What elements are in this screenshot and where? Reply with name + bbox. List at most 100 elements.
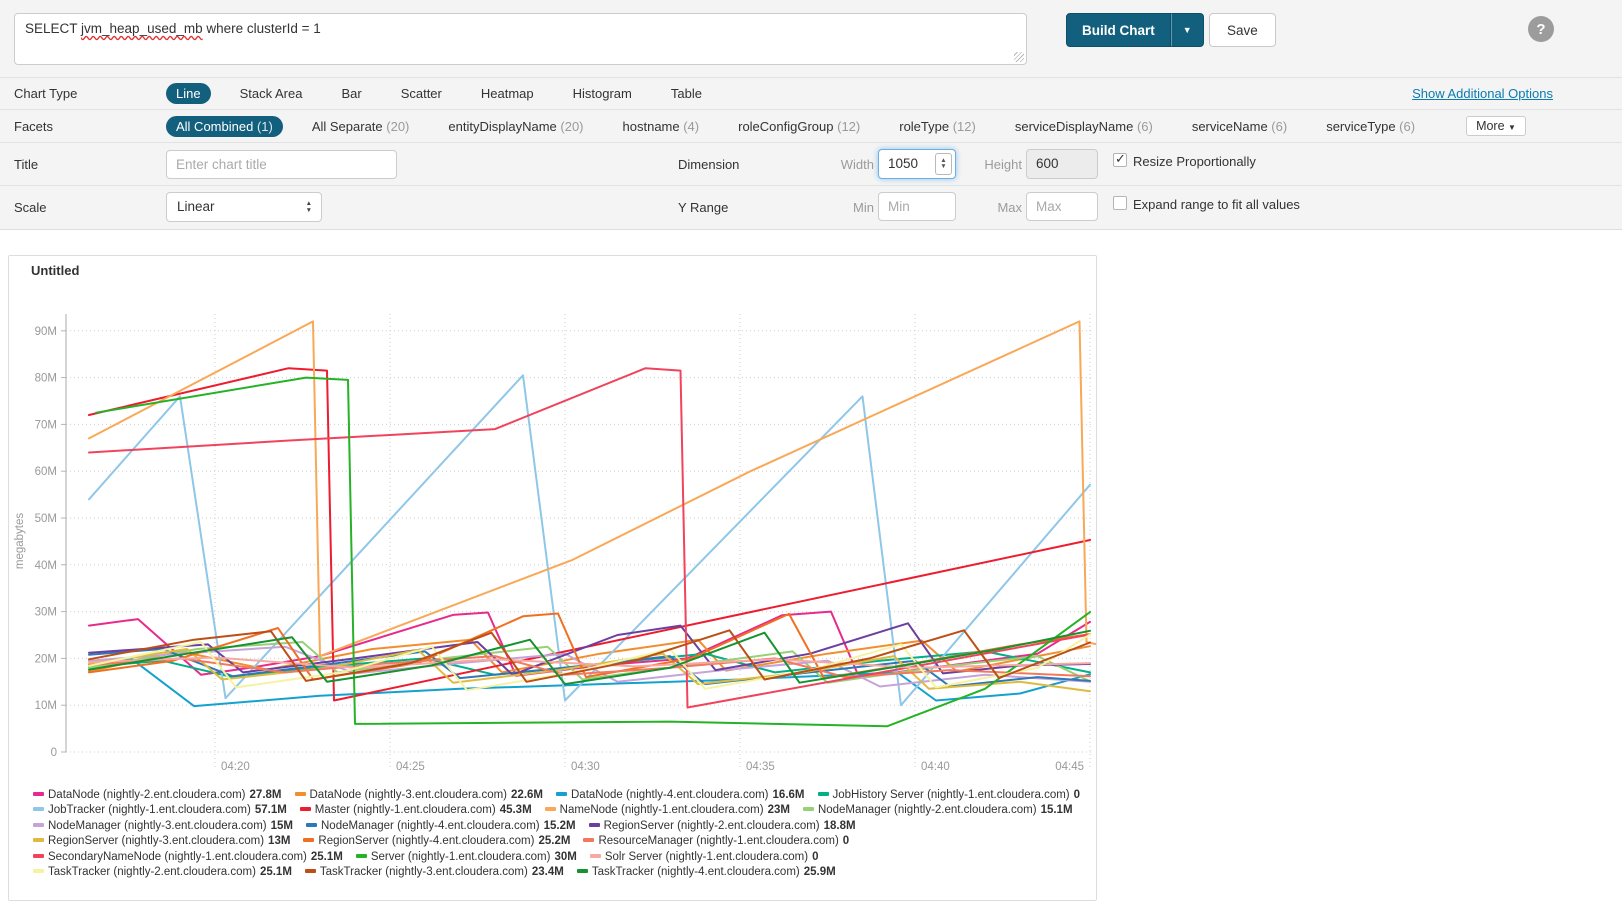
resize-proportionally-label: Resize Proportionally xyxy=(1133,154,1256,169)
y-tick-label: 60M xyxy=(35,466,57,478)
build-chart-button-group: Build Chart ▼ xyxy=(1066,13,1204,47)
legend-item: JobHistory Server (nightly-1.ent.clouder… xyxy=(818,788,1081,803)
expand-range-checkbox[interactable] xyxy=(1113,196,1127,210)
y-tick-label: 10M xyxy=(35,700,57,712)
query-metric: jvm_heap_used_mb xyxy=(81,21,203,36)
legend-series-value: 57.1M xyxy=(255,804,287,816)
y-min-input[interactable] xyxy=(878,192,956,221)
title-label: Title xyxy=(14,157,38,172)
legend-swatch-icon xyxy=(545,807,556,811)
width-value: 1050 xyxy=(888,156,918,171)
chart-type-option-heatmap[interactable]: Heatmap xyxy=(471,83,544,104)
legend-item: NameNode (nightly-1.ent.cloudera.com)23M xyxy=(545,803,790,818)
chart-title-input[interactable] xyxy=(166,150,397,179)
legend-swatch-icon xyxy=(306,823,317,827)
legend-item: RegionServer (nightly-3.ent.cloudera.com… xyxy=(33,834,290,849)
legend-swatch-icon xyxy=(556,792,567,796)
textarea-resize-grip[interactable] xyxy=(1014,52,1024,62)
width-stepper[interactable]: ▲▼ xyxy=(935,153,952,175)
save-button[interactable]: Save xyxy=(1209,13,1276,47)
chart-builder-controls: SELECT jvm_heap_used_mb where clusterId … xyxy=(0,0,1622,230)
legend-item: DataNode (nightly-2.ent.cloudera.com)27.… xyxy=(33,788,282,803)
legend-series-name: JobHistory Server (nightly-1.ent.clouder… xyxy=(833,789,1070,801)
legend-item: Master (nightly-1.ent.cloudera.com)45.3M xyxy=(300,803,532,818)
facet-option-hostname[interactable]: hostname (4) xyxy=(613,116,710,137)
legend-item: TaskTracker (nightly-2.ent.cloudera.com)… xyxy=(33,865,292,880)
legend-series-name: NodeManager (nightly-4.ent.cloudera.com) xyxy=(321,820,540,832)
legend-series-name: TaskTracker (nightly-3.ent.cloudera.com) xyxy=(320,866,528,878)
legend-series-name: NodeManager (nightly-2.ent.cloudera.com) xyxy=(818,804,1037,816)
legend-series-name: Server (nightly-1.ent.cloudera.com) xyxy=(371,851,551,863)
legend-series-value: 30M xyxy=(554,851,576,863)
show-additional-options-link[interactable]: Show Additional Options xyxy=(1412,86,1553,101)
y-tick-label: 70M xyxy=(35,419,57,431)
facet-option-servicename[interactable]: serviceName (6) xyxy=(1182,116,1297,137)
facets-more-button[interactable]: More ▼ xyxy=(1466,116,1526,136)
y-tick-label: 20M xyxy=(35,653,57,665)
chart-type-label: Chart Type xyxy=(14,86,77,101)
facet-option-all-separate[interactable]: All Separate (20) xyxy=(302,116,420,137)
help-icon[interactable]: ? xyxy=(1528,16,1554,42)
legend-swatch-icon xyxy=(583,838,594,842)
width-input[interactable]: 1050 ▲▼ xyxy=(878,149,956,179)
legend-series-name: RegionServer (nightly-3.ent.cloudera.com… xyxy=(48,835,264,847)
height-label: Height xyxy=(972,157,1022,172)
build-chart-dropdown-caret-icon[interactable]: ▼ xyxy=(1171,13,1204,47)
legend-series-value: 18.8M xyxy=(824,820,856,832)
chart-type-option-line[interactable]: Line xyxy=(166,83,211,104)
page: SELECT jvm_heap_used_mb where clusterId … xyxy=(0,0,1622,906)
facet-option-entitydisplayname[interactable]: entityDisplayName (20) xyxy=(438,116,593,137)
legend-series-name: RegionServer (nightly-4.ent.cloudera.com… xyxy=(318,835,534,847)
legend-item: DataNode (nightly-4.ent.cloudera.com)16.… xyxy=(556,788,805,803)
height-value: 600 xyxy=(1036,156,1059,171)
legend-series-value: 13M xyxy=(268,835,290,847)
y-max-input[interactable] xyxy=(1026,192,1098,221)
y-range-label: Y Range xyxy=(678,200,728,215)
chart-type-option-table[interactable]: Table xyxy=(661,83,712,104)
x-tick-label: 04:45 xyxy=(1055,761,1084,773)
x-tick-label: 04:35 xyxy=(746,761,775,773)
chart-type-option-histogram[interactable]: Histogram xyxy=(563,83,642,104)
legend-swatch-icon xyxy=(818,792,829,796)
query-input[interactable]: SELECT jvm_heap_used_mb where clusterId … xyxy=(14,13,1027,65)
legend-item: Server (nightly-1.ent.cloudera.com)30M xyxy=(356,850,577,865)
chart-type-option-stack-area[interactable]: Stack Area xyxy=(230,83,313,104)
title-dimension-row: Title Dimension Width 1050 ▲▼ Height 600… xyxy=(0,143,1622,186)
legend-series-value: 25.9M xyxy=(804,866,836,878)
facet-option-servicetype[interactable]: serviceType (6) xyxy=(1316,116,1425,137)
legend-series-value: 25.2M xyxy=(538,835,570,847)
legend-series-value: 15.2M xyxy=(544,820,576,832)
y-tick-label: 90M xyxy=(35,326,57,338)
facet-option-roleconfiggroup[interactable]: roleConfigGroup (12) xyxy=(728,116,870,137)
legend-series-name: TaskTracker (nightly-4.ent.cloudera.com) xyxy=(592,866,800,878)
legend-item: RegionServer (nightly-4.ent.cloudera.com… xyxy=(303,834,570,849)
y-tick-label: 30M xyxy=(35,607,57,619)
chart-type-option-scatter[interactable]: Scatter xyxy=(391,83,452,104)
legend-series-name: NameNode (nightly-1.ent.cloudera.com) xyxy=(560,804,764,816)
chart-type-option-bar[interactable]: Bar xyxy=(331,83,371,104)
legend-series-value: 45.3M xyxy=(500,804,532,816)
dimension-label: Dimension xyxy=(678,157,739,172)
legend-series-name: TaskTracker (nightly-2.ent.cloudera.com) xyxy=(48,866,256,878)
build-chart-button[interactable]: Build Chart xyxy=(1066,13,1171,47)
resize-proportionally-checkbox[interactable] xyxy=(1113,153,1127,167)
y-tick-label: 80M xyxy=(35,373,57,385)
query-prefix: SELECT xyxy=(25,21,81,36)
select-updown-icon: ▲▼ xyxy=(306,200,312,214)
legend-swatch-icon xyxy=(589,823,600,827)
legend-series-value: 22.6M xyxy=(511,789,543,801)
legend-swatch-icon xyxy=(577,869,588,873)
legend-item: TaskTracker (nightly-3.ent.cloudera.com)… xyxy=(305,865,564,880)
scale-select[interactable]: Linear ▲▼ xyxy=(166,192,322,222)
legend-series-name: SecondaryNameNode (nightly-1.ent.clouder… xyxy=(48,851,307,863)
chart-type-options: Line Stack Area Bar Scatter Heatmap Histogram… xyxy=(166,78,712,109)
max-label: Max xyxy=(972,200,1022,215)
legend-series-value: 15M xyxy=(271,820,293,832)
legend-swatch-icon xyxy=(33,807,44,811)
legend-series-name: DataNode (nightly-2.ent.cloudera.com) xyxy=(48,789,246,801)
facet-option-roletype[interactable]: roleType (12) xyxy=(889,116,986,137)
x-tick-label: 04:25 xyxy=(396,761,425,773)
legend-swatch-icon xyxy=(295,792,306,796)
facet-option-servicedisplayname[interactable]: serviceDisplayName (6) xyxy=(1005,116,1163,137)
facet-option-all-combined[interactable]: All Combined (1) xyxy=(166,116,283,137)
